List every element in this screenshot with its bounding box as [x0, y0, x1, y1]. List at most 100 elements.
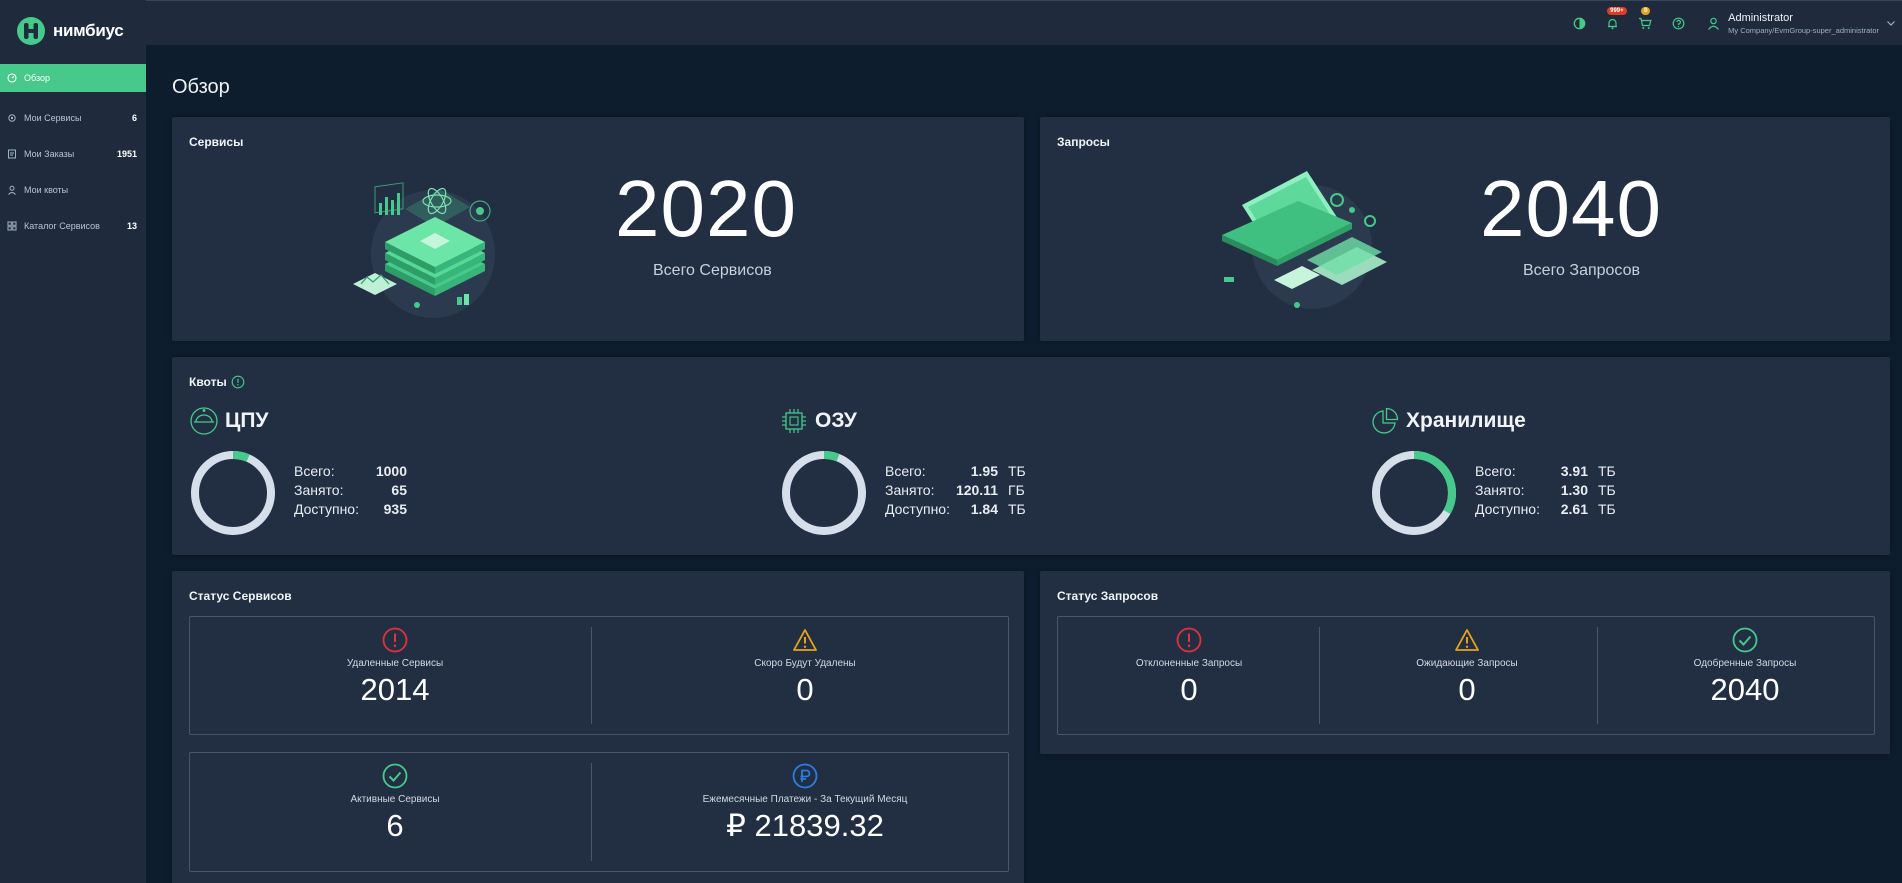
- deleted-services-stat[interactable]: Удаленные Сервисы 2014: [190, 617, 600, 734]
- storage-donut-chart: [1372, 451, 1456, 535]
- help-icon[interactable]: [1671, 16, 1685, 30]
- cpu-free-value: 935: [383, 500, 407, 517]
- chip-icon: [782, 409, 806, 433]
- storage-used-unit: ТБ: [1598, 481, 1616, 498]
- quota-total-label: Всего:: [1475, 462, 1516, 479]
- storage-free-value: 2.61: [1560, 500, 1588, 517]
- service-status-card: Статус Сервисов Удаленные Сервисы 2014 С…: [172, 571, 1024, 883]
- stat-value: 6: [386, 808, 404, 843]
- storage-quota-header: Хранилище: [1370, 406, 1526, 436]
- requests-total-value: 2040: [1480, 164, 1662, 253]
- sidebar-item-catalog[interactable]: Каталог Сервисов 13: [0, 208, 146, 244]
- divider: [1597, 627, 1598, 724]
- approved-requests-stat[interactable]: Одобренные Запросы 2040: [1614, 617, 1876, 734]
- quota-total-label: Всего:: [885, 462, 926, 479]
- stat-label: Активные Сервисы: [350, 794, 440, 805]
- cart-icon[interactable]: 0: [1638, 7, 1652, 30]
- user-icon: [7, 185, 17, 195]
- theme-toggle-icon[interactable]: [1572, 16, 1586, 30]
- sidebar-item-overview[interactable]: Обзор: [0, 64, 146, 92]
- stat-value: 0: [1458, 672, 1476, 707]
- orders-icon: [7, 149, 17, 159]
- ram-used-value: 120.11: [955, 481, 998, 498]
- chevron-down-icon: [1887, 21, 1895, 26]
- user-org: My Company/EvmGroup-super_administrator: [1728, 25, 1879, 35]
- monthly-payments-stat[interactable]: Ежемесячные Платежи - За Текущий Месяц ₽…: [600, 753, 1010, 871]
- request-status-card: Статус Запросов Отклоненные Запросы 0 Ож…: [1040, 571, 1890, 754]
- stat-value: 0: [796, 672, 814, 707]
- cpu-total-value: 1000: [375, 462, 407, 479]
- ram-used-unit: ГБ: [1008, 481, 1025, 498]
- ram-quota-title: ОЗУ: [815, 409, 857, 432]
- sidebar-item-my-quotas[interactable]: Мои квоты: [0, 172, 146, 208]
- storage-free-unit: ТБ: [1598, 500, 1616, 517]
- top-bar: 999+ 0 Administrator My Company/EvmGroup…: [146, 0, 1902, 45]
- pie-chart-icon: [1372, 407, 1399, 434]
- card-title: Запросы: [1057, 135, 1110, 149]
- pending-requests-stat[interactable]: Ожидающие Запросы 0: [1336, 617, 1598, 734]
- ram-donut-chart: [782, 451, 866, 535]
- warning-icon: [1455, 629, 1479, 651]
- cpu-quota-header: ЦПУ: [189, 406, 269, 436]
- card-title: Статус Сервисов: [189, 589, 292, 603]
- sidebar-item-label: Обзор: [24, 73, 50, 83]
- user-avatar-icon: [1708, 17, 1720, 30]
- service-status-row-2: Активные Сервисы 6 Ежемесячные Платежи -…: [189, 752, 1009, 872]
- quota-free-label: Доступно:: [885, 500, 950, 517]
- catalog-icon: [7, 221, 17, 231]
- services-total-value: 2020: [615, 164, 797, 253]
- storage-quota-title: Хранилище: [1406, 409, 1526, 432]
- requests-total-label: Всего Запросов: [1523, 262, 1640, 279]
- cpu-used-value: 65: [391, 481, 407, 498]
- error-circle-icon: [382, 627, 408, 653]
- ram-total-unit: ТБ: [1008, 462, 1026, 479]
- quota-used-label: Занято:: [1475, 481, 1525, 498]
- quotas-title: Квоты: [189, 375, 227, 389]
- stat-label: Ежемесячные Платежи - За Текущий Месяц: [702, 794, 908, 805]
- page-title: Обзор: [172, 76, 230, 98]
- divider: [591, 763, 592, 861]
- cpu-icon: [190, 407, 218, 435]
- stat-value: 2014: [360, 672, 430, 707]
- stat-label: Ожидающие Запросы: [1416, 658, 1518, 669]
- sidebar-item-my-orders[interactable]: Мои Заказы 1951: [0, 136, 146, 172]
- error-circle-icon: [1176, 627, 1202, 653]
- sidebar-item-my-services[interactable]: Мои Сервисы 6: [0, 100, 146, 136]
- ram-free-unit: ТБ: [1008, 500, 1026, 517]
- rejected-requests-stat[interactable]: Отклоненные Запросы 0: [1058, 617, 1320, 734]
- cpu-quota-title: ЦПУ: [225, 409, 269, 432]
- card-title: Сервисы: [189, 135, 244, 149]
- storage-quota-values: Всего: 3.91 ТБ Занято: 1.30 ТБ Доступно: 2.61…: [1475, 461, 1616, 518]
- user-menu[interactable]: Administrator My Company/EvmGroup-super_…: [1707, 12, 1896, 35]
- bell-icon[interactable]: 999+: [1605, 7, 1627, 30]
- services-card: Сервисы 2020 Всего Сервисов: [172, 117, 1024, 341]
- ruble-icon: [792, 763, 818, 789]
- logo-icon: [17, 17, 45, 45]
- service-status-row-1: Удаленные Сервисы 2014 Скоро Будут Удале…: [189, 616, 1009, 735]
- ram-total-value: 1.95: [970, 462, 998, 479]
- stat-label: Отклоненные Запросы: [1135, 658, 1243, 669]
- brand-name: нимбиус: [53, 21, 124, 40]
- divider: [1319, 627, 1320, 724]
- stat-label: Скоро Будут Удалены: [754, 658, 856, 669]
- requests-card: Запросы 2040 Всего Запросов: [1040, 117, 1890, 341]
- quota-free-label: Доступно:: [294, 500, 359, 517]
- sidebar-nav: Обзор Мои Сервисы 6 Мои Заказы 1951 Мои …: [0, 64, 146, 244]
- stat-value: ₽ 21839.32: [726, 808, 884, 843]
- quota-free-label: Доступно:: [1475, 500, 1540, 517]
- quotas-card: Квоты ЦПУ Всего: 1000 Занято: 65 Доступно:…: [172, 357, 1890, 555]
- cpu-donut-chart: [191, 451, 275, 535]
- quota-total-label: Всего:: [294, 462, 335, 479]
- cart-badge: 0: [1641, 7, 1651, 15]
- request-status-row: Отклоненные Запросы 0 Ожидающие Запросы …: [1057, 616, 1875, 735]
- brand-logo[interactable]: нимбиус: [0, 0, 146, 62]
- divider: [591, 627, 592, 724]
- services-illustration: [353, 182, 495, 318]
- user-name: Administrator: [1728, 11, 1793, 24]
- info-icon[interactable]: [231, 375, 245, 389]
- quota-used-label: Занято:: [294, 481, 344, 498]
- soon-deleted-stat[interactable]: Скоро Будут Удалены 0: [600, 617, 1010, 734]
- active-services-stat[interactable]: Активные Сервисы 6: [190, 753, 600, 871]
- check-circle-icon: [1732, 627, 1758, 653]
- quota-used-label: Занято:: [885, 481, 935, 498]
